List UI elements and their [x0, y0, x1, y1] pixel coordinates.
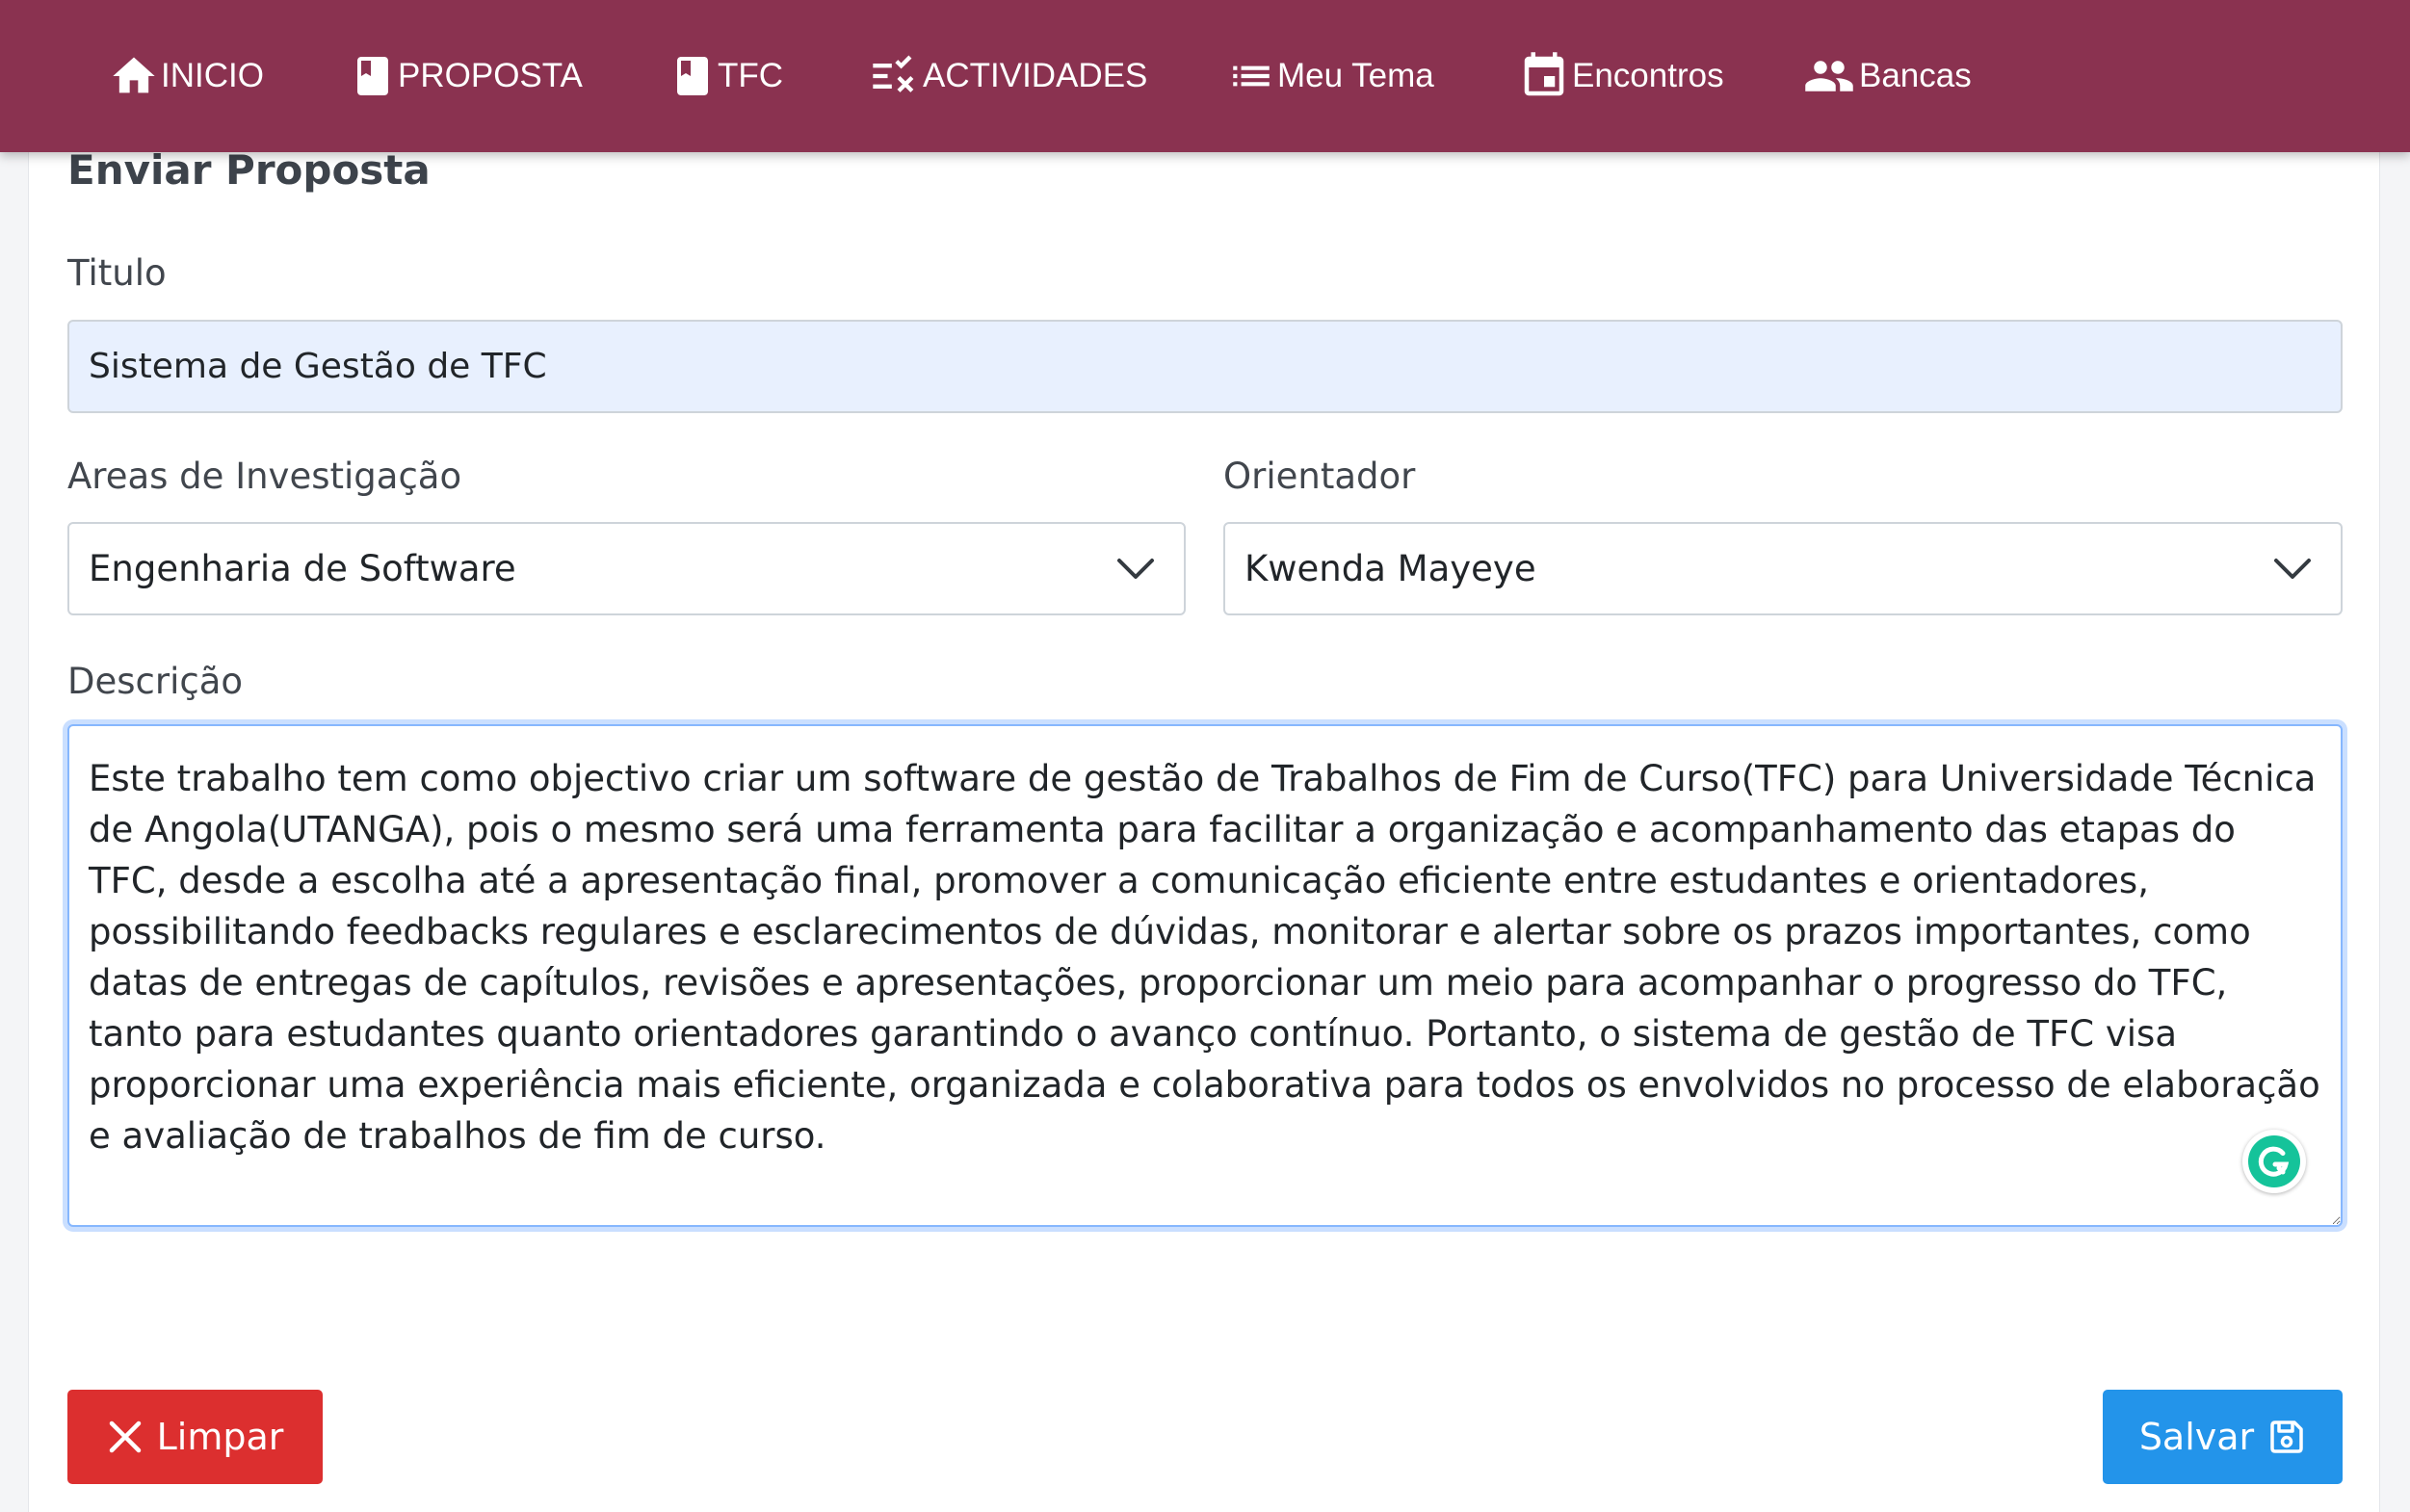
page-title: Enviar Proposta	[67, 146, 431, 194]
checklist-icon	[873, 55, 914, 92]
nav-encontros-label: Encontros	[1572, 57, 1724, 94]
calendar-icon	[1524, 52, 1564, 96]
chevron-down-icon	[1117, 559, 1154, 579]
salvar-label: Salvar	[2138, 1416, 2255, 1458]
bookmark-icon	[357, 57, 388, 95]
limpar-button[interactable]: Limpar	[67, 1390, 323, 1484]
chevron-down-icon	[2274, 559, 2311, 579]
nav-meu-tema-label: Meu Tema	[1277, 57, 1434, 94]
areas-select[interactable]: Engenharia de Software	[67, 522, 1186, 615]
home-icon	[113, 57, 155, 93]
bookmark-icon	[677, 57, 708, 95]
nav-meu-tema[interactable]: Meu Tema	[1227, 48, 1434, 104]
nav-tfc-label: TFC	[718, 57, 784, 94]
grammarly-icon	[2248, 1135, 2300, 1187]
list-icon	[1233, 65, 1270, 87]
people-icon	[1805, 61, 1853, 91]
grammarly-button[interactable]	[2242, 1130, 2306, 1193]
areas-label: Areas de Investigação	[67, 456, 462, 497]
top-navbar: INICIO PROPOSTA TFC ACTIVIDADES Meu Tema…	[0, 0, 2410, 152]
orientador-select[interactable]: Kwenda Mayeye	[1223, 522, 2343, 615]
nav-actividades-label: ACTIVIDADES	[923, 57, 1148, 94]
nav-bancas-label: Bancas	[1859, 57, 1972, 94]
orientador-select-value: Kwenda Mayeye	[1244, 548, 1536, 589]
nav-bancas[interactable]: Bancas	[1801, 48, 1972, 104]
nav-proposta[interactable]: PROPOSTA	[350, 48, 583, 104]
nav-proposta-label: PROPOSTA	[398, 57, 583, 94]
nav-inicio[interactable]: INICIO	[109, 48, 264, 104]
nav-encontros[interactable]: Encontros	[1518, 48, 1724, 104]
limpar-label: Limpar	[156, 1416, 284, 1458]
orientador-label: Orientador	[1223, 456, 1416, 497]
nav-inicio-label: INICIO	[161, 57, 264, 94]
descricao-textarea[interactable]: Este trabalho tem como objectivo criar u…	[67, 724, 2343, 1227]
floppy-disk-icon	[2270, 1421, 2303, 1453]
salvar-button[interactable]: Salvar	[2103, 1390, 2343, 1484]
nav-actividades[interactable]: ACTIVIDADES	[867, 48, 1147, 104]
nav-tfc[interactable]: TFC	[669, 48, 783, 104]
areas-select-value: Engenharia de Software	[89, 548, 516, 589]
titulo-input[interactable]	[67, 320, 2343, 413]
descricao-label: Descrição	[67, 661, 244, 702]
close-icon	[109, 1421, 141, 1453]
titulo-label: Titulo	[67, 252, 167, 294]
